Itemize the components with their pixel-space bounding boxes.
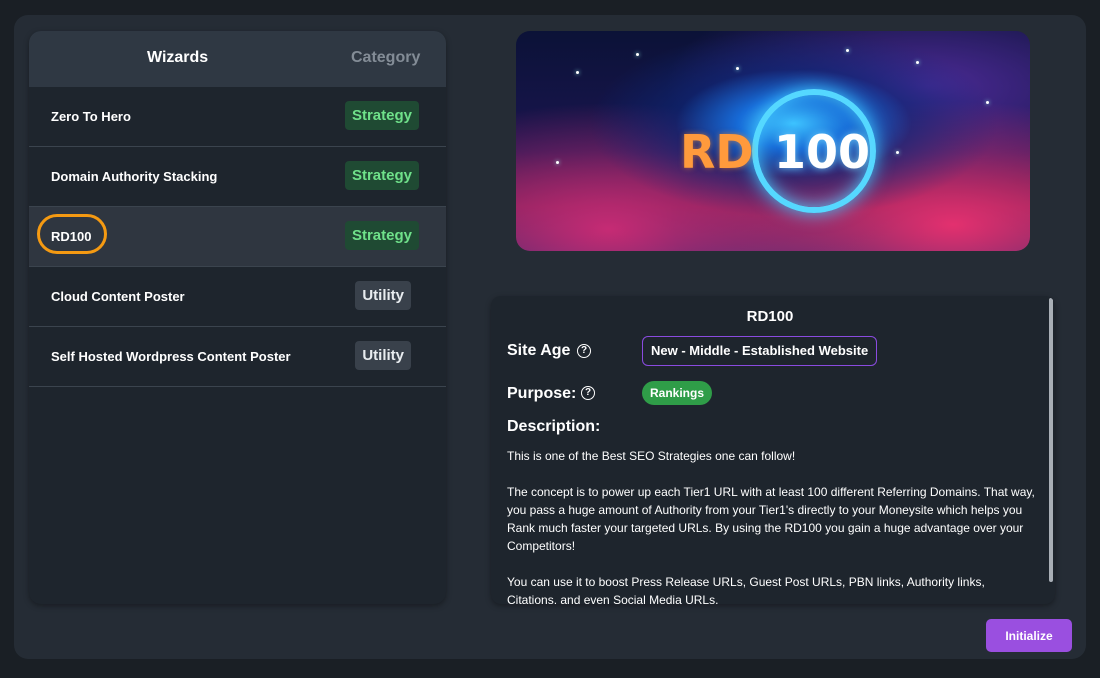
wizard-row-domain-authority-stacking[interactable]: Domain Authority Stacking Strategy — [29, 147, 446, 207]
wizard-name: Domain Authority Stacking — [51, 169, 218, 184]
header-wizards: Wizards — [147, 49, 209, 66]
wizard-row-zero-to-hero[interactable]: Zero To Hero Strategy — [29, 87, 446, 147]
category-badge: Strategy — [344, 221, 419, 250]
wizard-details-panel: RD100 Site Age ? New - Middle - Establis… — [491, 296, 1055, 604]
help-icon[interactable]: ? — [577, 344, 591, 358]
wizard-row-rd100[interactable]: RD100 Strategy — [29, 207, 446, 267]
star-decoration — [636, 53, 639, 56]
star-decoration — [896, 151, 899, 154]
banner-text-rd: RD — [680, 125, 754, 179]
purpose-label: Purpose: — [507, 385, 577, 402]
category-badge: Strategy — [344, 101, 419, 130]
wizard-row-self-hosted-wordpress[interactable]: Self Hosted Wordpress Content Poster Uti… — [29, 327, 446, 387]
wizards-table: Wizards Category Zero To Hero Strategy D… — [29, 31, 446, 604]
category-badge: Utility — [355, 341, 411, 370]
star-decoration — [556, 161, 559, 164]
wizard-row-cloud-content-poster[interactable]: Cloud Content Poster Utility — [29, 267, 446, 327]
category-badge: Utility — [355, 281, 411, 310]
description-paragraph: The concept is to power up each Tier1 UR… — [507, 485, 1035, 553]
star-decoration — [846, 49, 849, 52]
star-decoration — [916, 61, 919, 64]
description-text: This is one of the Best SEO Strategies o… — [507, 447, 1035, 604]
header-category: Category — [351, 49, 421, 66]
wizard-banner-image: RD 100 — [516, 31, 1030, 251]
details-scrollbar[interactable] — [1049, 298, 1053, 582]
details-title: RD100 — [746, 308, 794, 325]
star-decoration — [986, 101, 989, 104]
site-age-value: New - Middle - Established Website — [642, 336, 878, 366]
category-badge: Strategy — [344, 161, 419, 190]
help-icon[interactable]: ? — [581, 386, 595, 400]
description-paragraph: You can use it to boost Press Release UR… — [507, 575, 985, 604]
site-age-label: Site Age — [507, 342, 571, 359]
initialize-button[interactable]: Initialize — [986, 619, 1072, 652]
purpose-badge: Rankings — [642, 381, 713, 405]
wizard-name: Zero To Hero — [51, 109, 131, 124]
table-header: Wizards Category — [29, 31, 446, 87]
description-label: Description: — [507, 418, 601, 435]
star-decoration — [576, 71, 579, 74]
description-paragraph: This is one of the Best SEO Strategies o… — [507, 449, 796, 463]
star-decoration — [736, 67, 739, 70]
wizard-name: Cloud Content Poster — [51, 289, 185, 304]
wizard-name: Self Hosted Wordpress Content Poster — [51, 349, 291, 364]
wizard-name: RD100 — [51, 229, 92, 244]
banner-text-100: 100 — [774, 125, 871, 179]
